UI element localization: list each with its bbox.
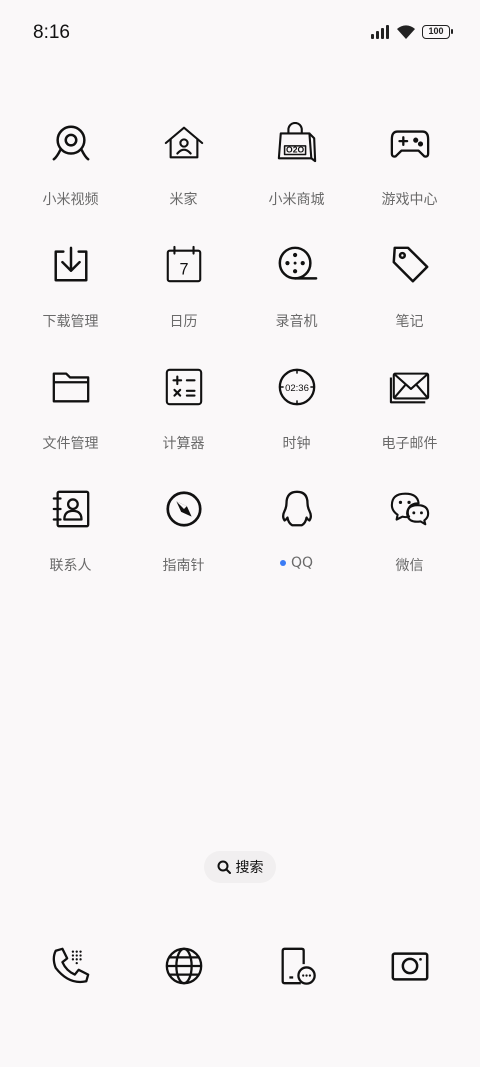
gamepad-icon <box>388 122 432 164</box>
signal-icon <box>371 25 389 39</box>
app-label: 日历 <box>169 314 198 330</box>
app-label: 指南针 <box>162 558 205 574</box>
dock-browser[interactable] <box>127 944 240 1024</box>
app-grid: 小米视频 米家 O2O 小米商城 游戏中心 下载管理 7 日历 录音机 笔记 文… <box>14 122 466 574</box>
app-wechat[interactable]: 微信 <box>353 488 466 574</box>
app-label: 时钟 <box>282 436 311 452</box>
tag-icon <box>388 244 432 286</box>
app-contacts[interactable]: 联系人 <box>14 488 127 574</box>
home-icon <box>162 122 206 164</box>
search-button[interactable]: 搜索 <box>204 851 276 883</box>
phone-dialpad-icon <box>49 944 93 988</box>
app-clock[interactable]: 02:36 时钟 <box>240 366 353 452</box>
app-label: 下载管理 <box>42 314 99 330</box>
search-icon <box>217 860 231 874</box>
app-compass[interactable]: 指南针 <box>127 488 240 574</box>
tape-reel-icon <box>275 244 319 286</box>
messaging-icon <box>275 944 319 988</box>
app-label: 电子邮件 <box>381 436 438 452</box>
app-label: 小米视频 <box>42 192 99 208</box>
status-time: 8:16 <box>33 22 70 43</box>
app-game-center[interactable]: 游戏中心 <box>353 122 466 208</box>
app-label: 录音机 <box>275 314 318 330</box>
mail-icon <box>388 366 432 408</box>
app-label: 微信 <box>395 558 424 574</box>
download-icon <box>49 244 93 286</box>
app-calendar[interactable]: 7 日历 <box>127 244 240 330</box>
app-notes[interactable]: 笔记 <box>353 244 466 330</box>
new-notification-dot <box>279 560 286 566</box>
browser-globe-icon <box>162 944 206 988</box>
calendar-icon: 7 <box>162 244 206 286</box>
search-label: 搜索 <box>235 860 264 876</box>
app-label: 计算器 <box>162 436 205 452</box>
app-mi-store[interactable]: O2O 小米商城 <box>240 122 353 208</box>
app-label: 游戏中心 <box>381 192 438 208</box>
status-icons: 100 <box>370 24 453 40</box>
status-bar: 8:16 100 <box>0 0 480 64</box>
dock <box>14 944 466 1024</box>
calculator-icon <box>162 366 206 408</box>
app-download-manager[interactable]: 下载管理 <box>14 244 127 330</box>
app-recorder[interactable]: 录音机 <box>240 244 353 330</box>
contacts-icon <box>49 488 93 530</box>
qq-penguin-icon <box>275 488 319 530</box>
app-label-text: QQ <box>290 555 314 571</box>
app-label: 小米商城 <box>268 192 325 208</box>
wifi-icon <box>397 25 415 39</box>
app-qq[interactable]: QQ <box>240 488 353 571</box>
app-file-manager[interactable]: 文件管理 <box>14 366 127 452</box>
compass-icon <box>162 488 206 530</box>
battery-icon: 100 <box>422 25 453 39</box>
clock-time: 02:36 <box>285 383 309 394</box>
shopping-bag-icon: O2O <box>275 122 319 164</box>
dock-phone[interactable] <box>14 944 127 1024</box>
app-label: 米家 <box>169 192 198 208</box>
app-label: 联系人 <box>49 558 92 574</box>
dock-camera[interactable] <box>353 944 466 1024</box>
webcam-icon <box>49 122 93 164</box>
calendar-day: 7 <box>179 261 188 279</box>
app-mi-home[interactable]: 米家 <box>127 122 240 208</box>
app-label: 笔记 <box>395 314 424 330</box>
app-email[interactable]: 电子邮件 <box>353 366 466 452</box>
dock-messages[interactable] <box>240 944 353 1024</box>
camera-icon <box>388 944 432 988</box>
folder-icon <box>49 366 93 408</box>
wechat-icon <box>388 488 432 530</box>
app-label: 文件管理 <box>42 436 99 452</box>
app-label: QQ <box>279 555 314 571</box>
app-mi-video[interactable]: 小米视频 <box>14 122 127 208</box>
app-calculator[interactable]: 计算器 <box>127 366 240 452</box>
clock-icon: 02:36 <box>275 366 319 408</box>
